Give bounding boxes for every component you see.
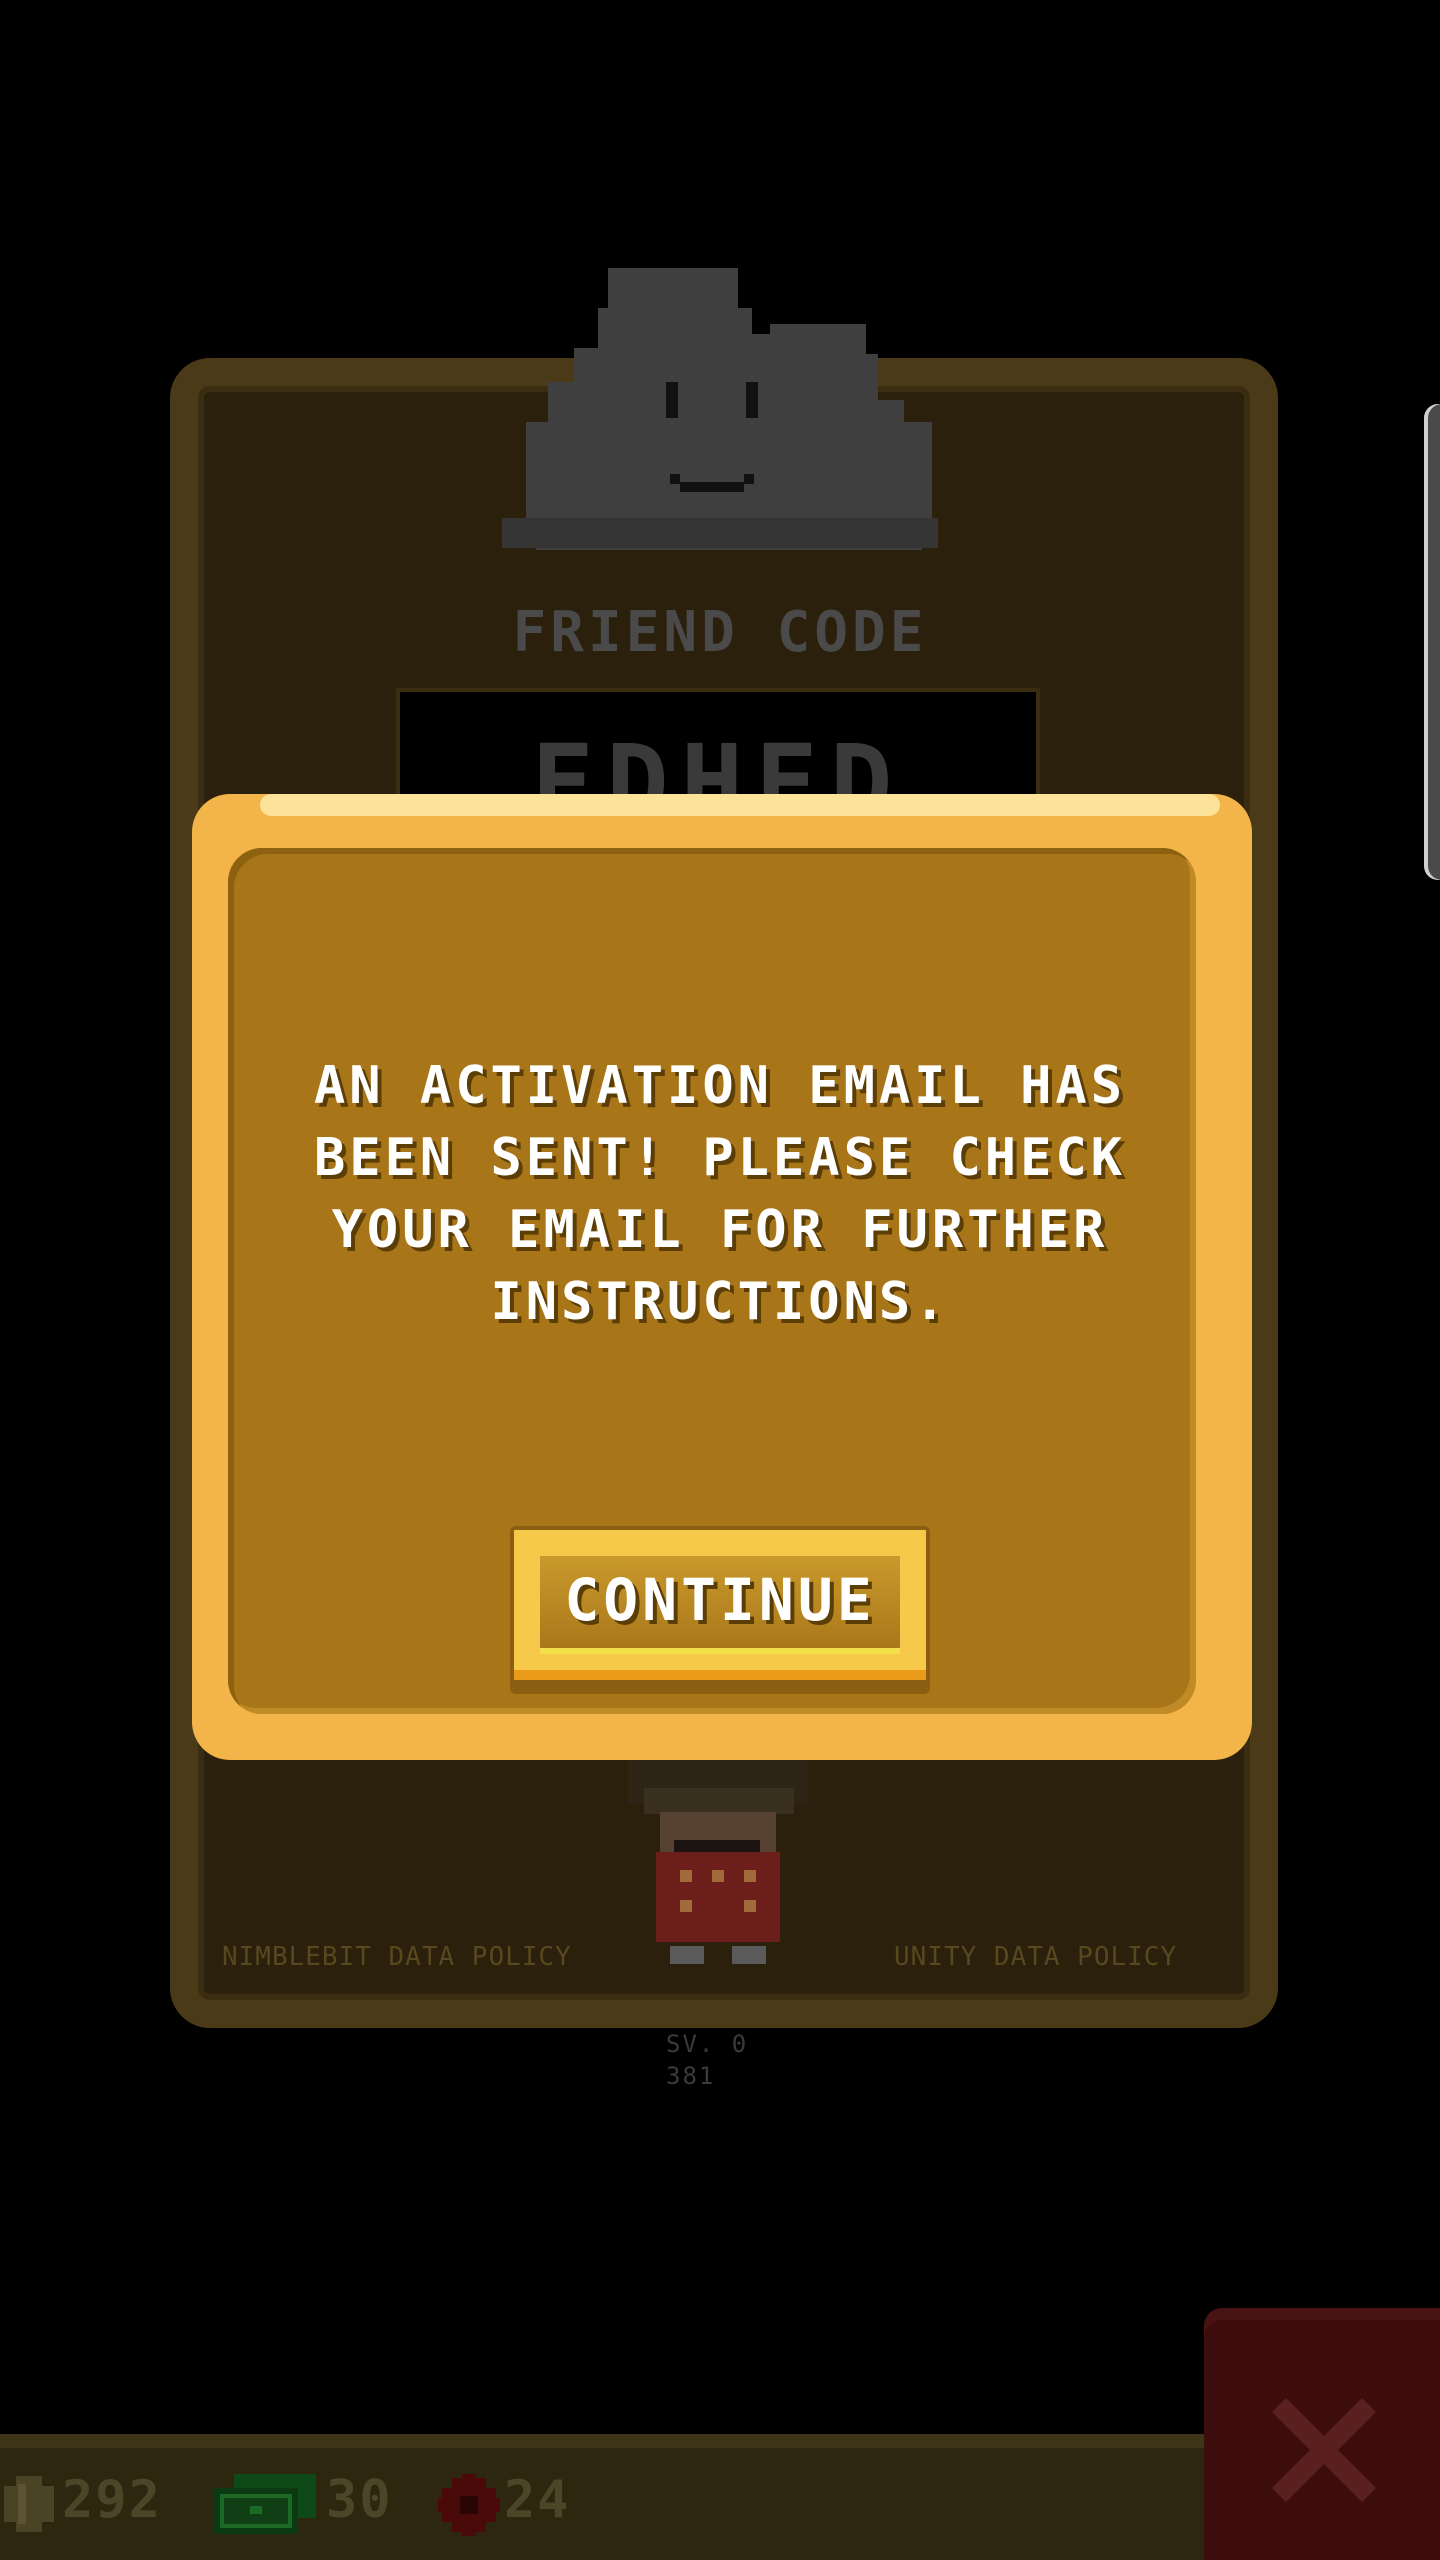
gear-icon (438, 2474, 500, 2536)
dialog-highlight (260, 794, 1220, 816)
currency-bar (0, 2434, 1204, 2560)
coin-icon (4, 2476, 54, 2532)
cloud-smiley-icon (502, 268, 938, 550)
gear-count: 24 (504, 2470, 571, 2530)
unity-data-policy-link[interactable]: UNITY DATA POLICY (894, 1942, 1177, 1972)
bux-count: 30 (326, 2470, 393, 2530)
coin-count: 292 (62, 2470, 162, 2530)
continue-button-label: CONTINUE (564, 1566, 876, 1634)
continue-button[interactable]: CONTINUE (510, 1526, 930, 1694)
dialog-message: AN ACTIVATION EMAIL HAS BEEN SENT! PLEAS… (313, 1056, 1127, 1332)
close-icon (1272, 2398, 1376, 2502)
bux-icon (214, 2474, 316, 2534)
close-button[interactable] (1204, 2308, 1440, 2560)
side-scroll-tab[interactable] (1424, 404, 1440, 880)
version-label: SV. 0 (666, 2030, 749, 2058)
friend-code-label: FRIEND CODE (512, 600, 928, 665)
nimblebit-data-policy-link[interactable]: NIMBLEBIT DATA POLICY (222, 1942, 572, 1972)
version-number: 381 (666, 2062, 716, 2090)
avatar (628, 1760, 808, 1964)
